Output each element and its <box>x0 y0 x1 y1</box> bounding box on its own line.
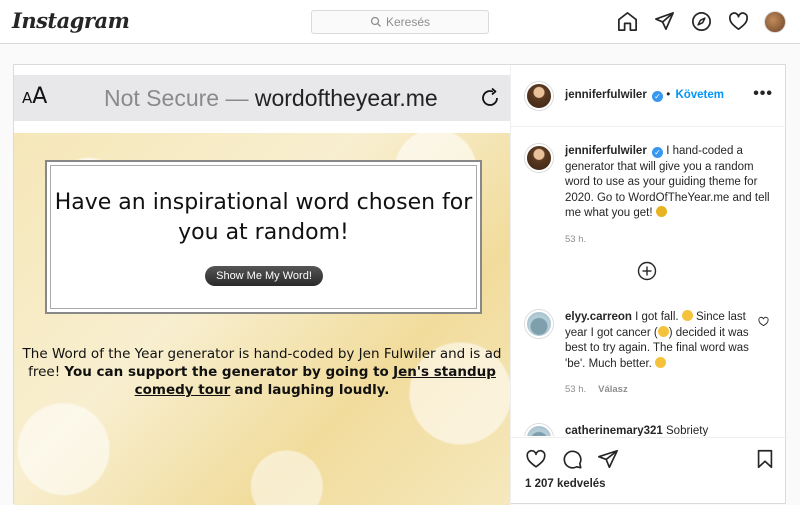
commenter-avatar[interactable] <box>525 310 553 338</box>
comment-time: 53 h. <box>565 384 587 395</box>
card-title: Have an inspirational word chosen for yo… <box>54 190 473 245</box>
verified-badge-icon: ✓ <box>652 91 663 102</box>
top-nav-bar: Instagram Keresés <box>0 0 800 44</box>
likes-count[interactable]: 1 207 kedvelés <box>525 478 606 490</box>
url-text: Not Secure — wordoftheyear.me <box>104 85 438 112</box>
confused-emoji-icon <box>681 310 693 321</box>
comment-item: catherinemary321 Sobriety <box>525 424 775 436</box>
caption-time: 53 h. <box>565 233 587 245</box>
post-header: jenniferfulwiler ✓ • Követem ••• <box>511 65 787 127</box>
nav-icons <box>616 10 786 33</box>
smile-emoji-icon <box>657 325 669 337</box>
website-content: Have an inspirational word chosen for yo… <box>14 133 510 505</box>
comment-username[interactable]: elyy.carreon <box>565 311 632 323</box>
text-size-button: AA <box>22 84 48 109</box>
author-avatar[interactable] <box>525 82 553 110</box>
load-more-comments-icon[interactable] <box>637 261 657 281</box>
explore-icon[interactable] <box>690 10 713 33</box>
post-actions: 1 207 kedvelés <box>511 437 788 505</box>
commenter-avatar[interactable] <box>525 424 553 436</box>
caption: jenniferfulwiler ✓ I hand-coded a genera… <box>525 144 775 245</box>
search-input[interactable]: Keresés <box>311 10 489 34</box>
reload-icon <box>482 87 498 106</box>
author-username[interactable]: jenniferfulwiler <box>565 89 647 101</box>
domain-label: wordoftheyear.me <box>254 85 438 111</box>
like-comment-icon[interactable] <box>758 316 769 327</box>
like-icon[interactable] <box>525 448 547 470</box>
comments-list[interactable]: jenniferfulwiler ✓ I hand-coded a genera… <box>511 128 788 436</box>
grin-emoji-icon <box>655 356 667 368</box>
show-word-button: Show Me My Word! <box>205 266 323 286</box>
comment-icon[interactable] <box>561 448 583 470</box>
post-sidebar: jenniferfulwiler ✓ • Követem ••• jennife… <box>510 65 788 505</box>
instagram-logo[interactable]: Instagram <box>12 8 130 33</box>
profile-avatar[interactable] <box>764 10 786 33</box>
verified-badge-icon: ✓ <box>652 147 663 158</box>
share-icon[interactable] <box>597 448 619 470</box>
search-icon <box>370 16 381 27</box>
home-icon[interactable] <box>616 10 639 33</box>
desc-end: and laughing loudly. <box>234 382 390 398</box>
more-options-icon[interactable]: ••• <box>753 85 773 103</box>
header-line: jenniferfulwiler ✓ • Követem <box>565 89 725 102</box>
search-placeholder: Keresés <box>385 15 431 29</box>
direct-icon[interactable] <box>653 10 676 33</box>
save-bookmark-icon[interactable] <box>754 448 776 470</box>
caption-avatar[interactable] <box>525 144 553 172</box>
post-image: AA Not Secure — wordoftheyear.me Have an… <box>14 65 510 505</box>
generator-description: The Word of the Year generator is hand-c… <box>22 345 502 399</box>
generator-card: Have an inspirational word chosen for yo… <box>45 160 482 314</box>
reply-button[interactable]: Válasz <box>598 384 628 395</box>
comment-text-a: I got fall. <box>635 311 679 323</box>
follow-button[interactable]: Követem <box>675 89 724 101</box>
post-modal: AA Not Secure — wordoftheyear.me Have an… <box>13 64 788 505</box>
activity-heart-icon[interactable] <box>727 10 750 33</box>
comment-text: Sobriety <box>666 425 709 436</box>
party-emoji-icon <box>655 206 667 217</box>
not-secure-label: Not Secure — <box>104 85 249 111</box>
browser-address-bar: AA Not Secure — wordoftheyear.me <box>14 75 510 121</box>
comment-item: elyy.carreon I got fall. Since last year… <box>525 310 775 395</box>
caption-username[interactable]: jenniferfulwiler <box>565 145 647 157</box>
comment-username[interactable]: catherinemary321 <box>565 425 663 436</box>
desc-bold: You can support the generator by going t… <box>64 364 389 380</box>
